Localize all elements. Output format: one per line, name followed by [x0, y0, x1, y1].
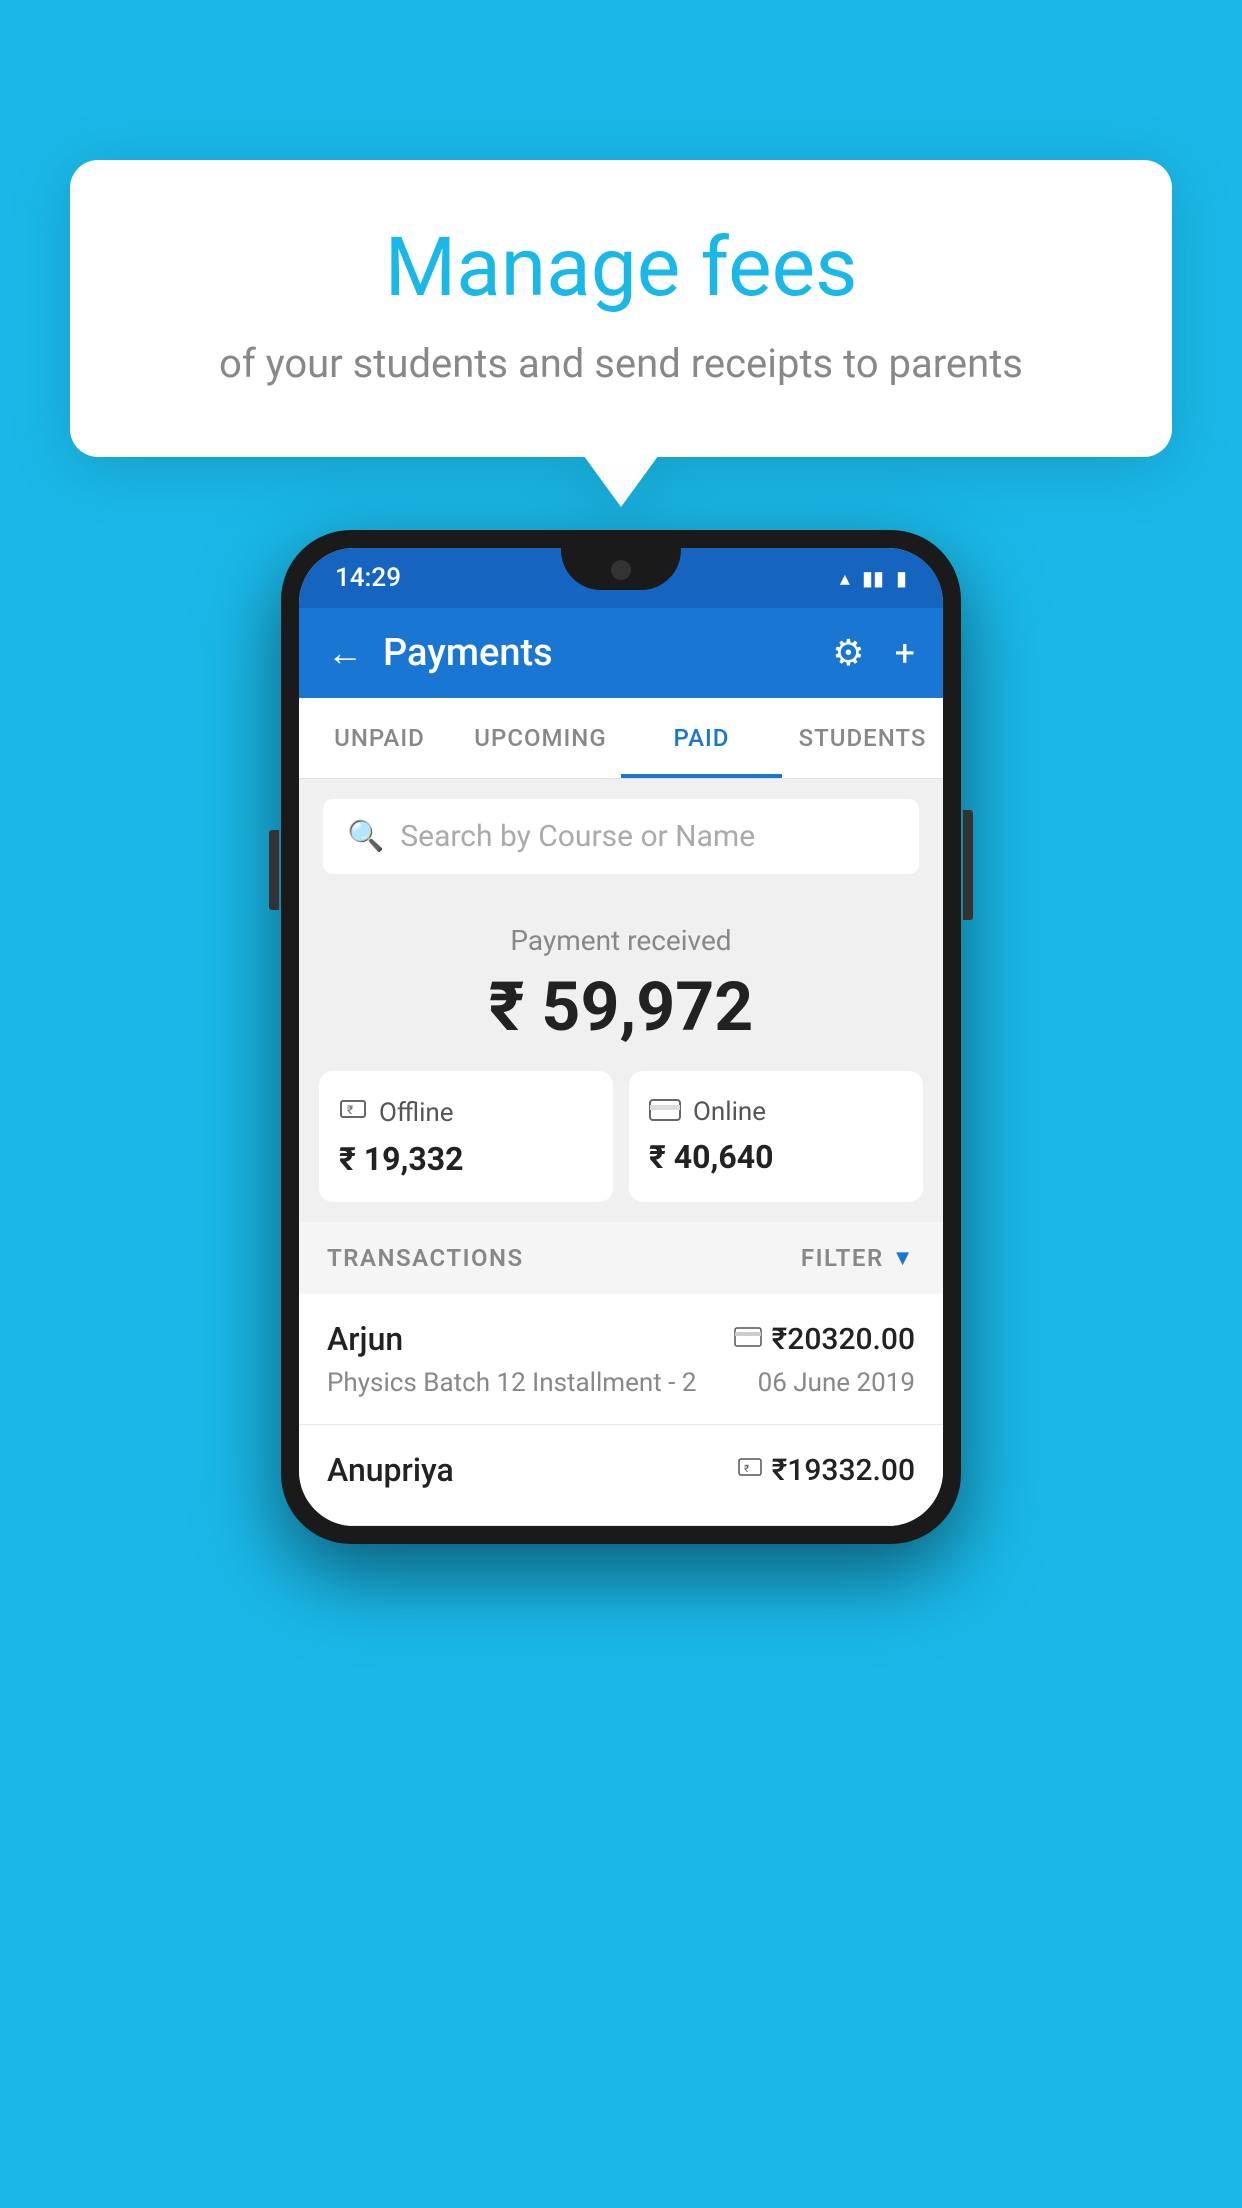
phone-outer: 14:29 ▴ ▮▮ ▮ ← Payments ⚙	[281, 530, 961, 1544]
header-left: ← Payments	[327, 631, 553, 675]
tab-upcoming[interactable]: UPCOMING	[460, 698, 621, 778]
transaction-bottom: Physics Batch 12 Installment - 2 06 June…	[327, 1368, 915, 1398]
transaction-row[interactable]: Anupriya ₹ ₹19332.00	[299, 1425, 943, 1526]
camera	[611, 560, 631, 580]
offline-amount: ₹ 19,332	[339, 1140, 593, 1178]
total-payment-amount: ₹ 59,972	[319, 967, 923, 1047]
notch	[561, 548, 681, 590]
online-label: Online	[693, 1097, 766, 1127]
app-header: ← Payments ⚙ +	[299, 608, 943, 698]
online-card: Online ₹ 40,640	[629, 1071, 923, 1202]
status-bar: 14:29 ▴ ▮▮ ▮	[299, 548, 943, 608]
header-right: ⚙ +	[832, 632, 915, 674]
search-bar[interactable]: 🔍 Search by Course or Name	[323, 799, 919, 874]
card-payment-icon	[734, 1324, 762, 1354]
svg-text:₹: ₹	[347, 1103, 353, 1117]
transaction-amount-wrap: ₹20320.00	[734, 1322, 915, 1357]
offline-icon: ₹	[339, 1095, 367, 1130]
transaction-top: Arjun ₹20320.00	[327, 1320, 915, 1358]
offline-card: ₹ Offline ₹ 19,332	[319, 1071, 613, 1202]
payment-summary: Payment received ₹ 59,972 ₹	[299, 894, 943, 1222]
online-card-header: Online	[649, 1095, 903, 1128]
tab-paid[interactable]: PAID	[621, 698, 782, 778]
tab-students[interactable]: STUDENTS	[782, 698, 943, 778]
status-icons: ▴ ▮▮ ▮	[840, 566, 907, 590]
wifi-icon: ▴	[840, 566, 850, 590]
tab-unpaid[interactable]: UNPAID	[299, 698, 460, 778]
filter-icon: ▼	[892, 1245, 915, 1271]
settings-icon[interactable]: ⚙	[832, 632, 864, 674]
back-button[interactable]: ←	[327, 632, 363, 674]
header-title: Payments	[383, 631, 553, 675]
filter-button[interactable]: FILTER ▼	[801, 1244, 915, 1272]
transaction-date: 06 June 2019	[758, 1368, 915, 1398]
add-icon[interactable]: +	[895, 632, 915, 674]
transaction-amount: ₹19332.00	[772, 1453, 915, 1488]
transaction-name: Anupriya	[327, 1451, 454, 1489]
transactions-label: TRANSACTIONS	[327, 1244, 524, 1272]
status-time: 14:29	[335, 563, 401, 593]
offline-label: Offline	[379, 1098, 454, 1128]
transaction-amount: ₹20320.00	[772, 1322, 915, 1357]
signal-icon: ▮▮	[862, 566, 884, 590]
payment-cards: ₹ Offline ₹ 19,332	[319, 1071, 923, 1202]
search-container: 🔍 Search by Course or Name	[299, 779, 943, 894]
phone-screen: 14:29 ▴ ▮▮ ▮ ← Payments ⚙	[299, 548, 943, 1526]
search-icon: 🔍	[347, 819, 384, 854]
transactions-header: TRANSACTIONS FILTER ▼	[299, 1222, 943, 1294]
payment-received-label: Payment received	[319, 924, 923, 957]
transaction-detail: Physics Batch 12 Installment - 2	[327, 1368, 696, 1398]
transaction-row[interactable]: Arjun ₹20320.00 Physics Batch 12	[299, 1294, 943, 1425]
offline-card-header: ₹ Offline	[339, 1095, 593, 1130]
tooltip-subtitle: of your students and send receipts to pa…	[140, 340, 1102, 387]
phone-mockup: 14:29 ▴ ▮▮ ▮ ← Payments ⚙	[281, 530, 961, 1544]
tabs-bar: UNPAID UPCOMING PAID STUDENTS	[299, 698, 943, 779]
svg-text:₹: ₹	[744, 1464, 749, 1475]
online-amount: ₹ 40,640	[649, 1138, 903, 1176]
tooltip-card: Manage fees of your students and send re…	[70, 160, 1172, 457]
transaction-top: Anupriya ₹ ₹19332.00	[327, 1451, 915, 1489]
tooltip-title: Manage fees	[140, 220, 1102, 316]
battery-icon: ▮	[896, 566, 907, 590]
transaction-name: Arjun	[327, 1320, 403, 1358]
search-placeholder: Search by Course or Name	[400, 819, 755, 854]
online-icon	[649, 1095, 681, 1128]
transaction-amount-wrap: ₹ ₹19332.00	[738, 1453, 915, 1488]
cash-payment-icon: ₹	[738, 1455, 762, 1486]
